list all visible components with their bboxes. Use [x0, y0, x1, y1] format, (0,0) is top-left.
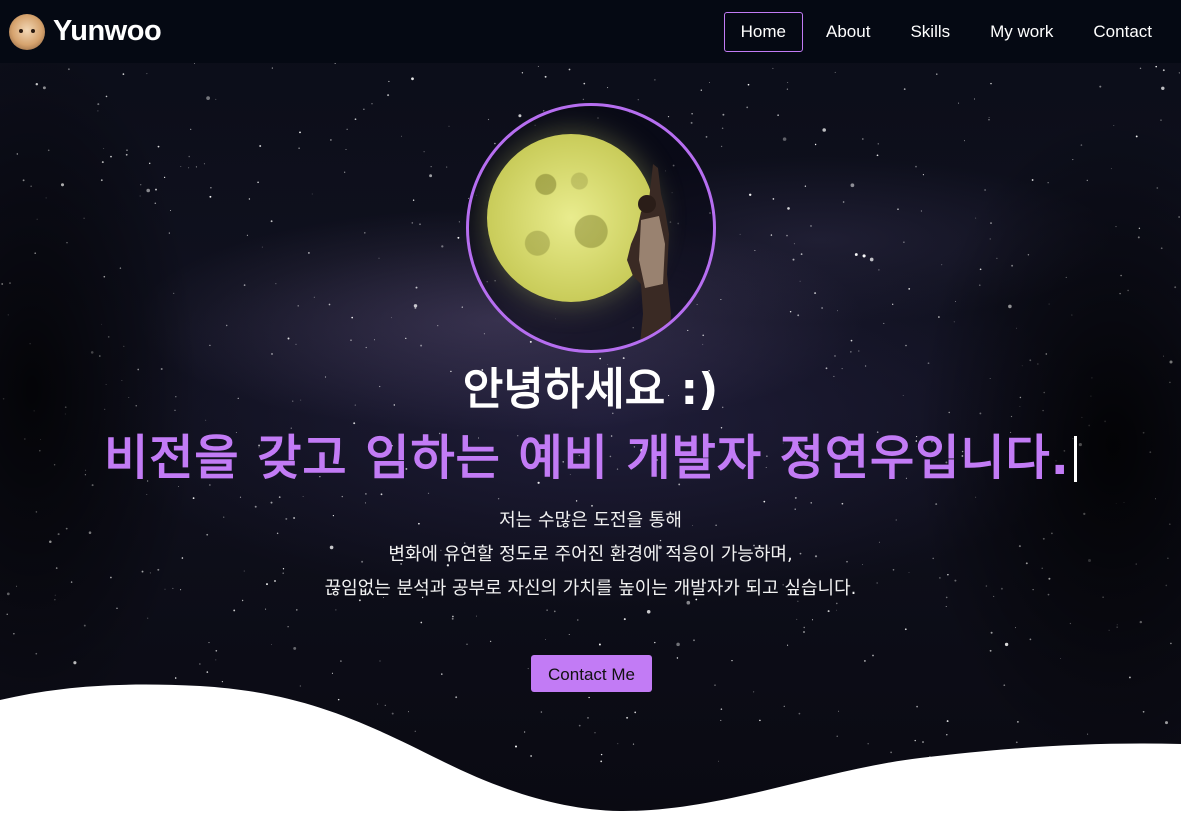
nav-link-my-work[interactable]: My work [973, 12, 1070, 52]
person-silhouette [627, 164, 671, 350]
wave-divider [0, 684, 1181, 823]
intro-line: 저는 수많은 도전을 통해 [499, 510, 682, 531]
nav-link-contact[interactable]: Contact [1076, 12, 1169, 52]
logo-avatar [9, 13, 45, 50]
nav-link-about[interactable]: About [809, 12, 887, 52]
tagline-text: 비전을 갖고 임하는 예비 개발자 정연우입니다. [104, 430, 1070, 486]
avatar-eye-icon [31, 28, 35, 33]
page: Yunwoo Home About Skills My work Contact… [0, 0, 1181, 823]
intro-line: 변화에 유연할 정도로 주어진 환경에 적응이 가능하며, [388, 544, 793, 565]
brand[interactable]: Yunwoo [9, 0, 162, 63]
typing-cursor [1073, 436, 1077, 482]
nav-link-skills[interactable]: Skills [893, 12, 967, 52]
navbar: Yunwoo Home About Skills My work Contact [0, 0, 1181, 63]
intro-line: 끊임없는 분석과 공부로 자신의 가치를 높이는 개발자가 되고 싶습니다. [324, 578, 857, 599]
avatar-eye-icon [19, 28, 23, 33]
tagline-heading: 비전을 갖고 임하는 예비 개발자 정연우입니다. [0, 423, 1181, 493]
profile-image [466, 103, 716, 353]
brand-name[interactable]: Yunwoo [53, 15, 162, 48]
intro-paragraph: 저는 수많은 도전을 통해 변화에 유연할 정도로 주어진 환경에 적응이 가능… [0, 504, 1181, 606]
greeting-heading: 안녕하세요 :) [462, 364, 719, 415]
nav-links: Home About Skills My work Contact [718, 11, 1169, 52]
nav-link-home[interactable]: Home [723, 11, 804, 52]
